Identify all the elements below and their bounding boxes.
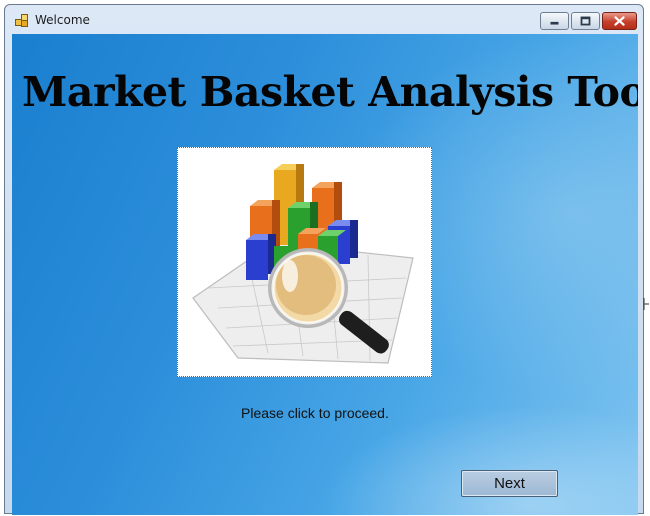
minimize-button[interactable] bbox=[540, 12, 569, 30]
maximize-button[interactable] bbox=[571, 12, 600, 30]
chart-image bbox=[177, 147, 432, 377]
maximize-icon bbox=[580, 16, 591, 26]
close-button[interactable] bbox=[602, 12, 637, 30]
close-icon bbox=[614, 16, 625, 26]
bar-chart-magnifier-icon bbox=[192, 164, 414, 364]
form-client-area: Market Basket Analysis Tool Please click… bbox=[12, 34, 638, 515]
minimize-icon bbox=[550, 21, 559, 25]
next-button[interactable]: Next bbox=[461, 470, 558, 497]
application-icon bbox=[15, 14, 29, 27]
resize-grip-icon[interactable] bbox=[643, 297, 650, 311]
proceed-prompt: Please click to proceed. bbox=[241, 405, 389, 421]
welcome-window: Welcome Market Basket Analysis Tool Plea… bbox=[4, 4, 644, 515]
page-title: Market Basket Analysis Tool bbox=[22, 68, 638, 116]
window-title: Welcome bbox=[35, 13, 90, 27]
title-bar[interactable]: Welcome bbox=[5, 5, 643, 35]
